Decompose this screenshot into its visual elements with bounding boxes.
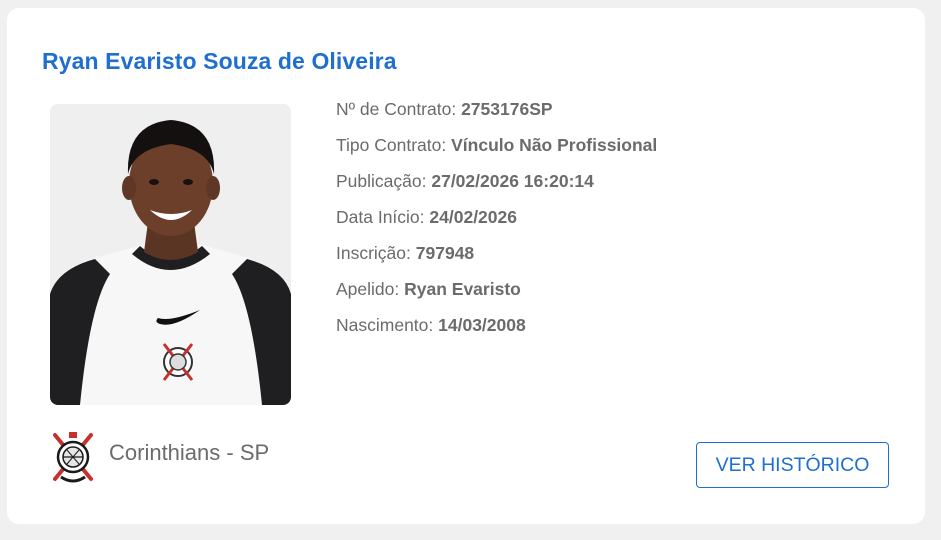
- detail-value: 2753176SP: [461, 99, 553, 119]
- contract-details: Nº de Contrato: 2753176SP Tipo Contrato:…: [336, 97, 657, 349]
- detail-contract-number: Nº de Contrato: 2753176SP: [336, 97, 657, 133]
- detail-label: Publicação:: [336, 171, 427, 191]
- detail-value: Ryan Evaristo: [404, 279, 521, 299]
- detail-birth-date: Nascimento: 14/03/2008: [336, 313, 657, 349]
- club-info: Corinthians - SP: [47, 428, 269, 488]
- detail-label: Apelido:: [336, 279, 400, 299]
- detail-contract-type: Tipo Contrato: Vínculo Não Profissional: [336, 133, 657, 169]
- corinthians-crest-icon: [53, 432, 93, 483]
- view-history-button[interactable]: VER HISTÓRICO: [696, 442, 889, 488]
- player-name: Ryan Evaristo Souza de Oliveira: [42, 48, 397, 74]
- detail-value: Vínculo Não Profissional: [451, 135, 658, 155]
- detail-label: Tipo Contrato:: [336, 135, 447, 155]
- player-card: Ryan Evaristo Souza de Oliveira Nº de Co…: [7, 8, 925, 524]
- detail-label: Data Início:: [336, 207, 425, 227]
- detail-label: Inscrição:: [336, 243, 411, 263]
- detail-publication: Publicação: 27/02/2026 16:20:14: [336, 169, 657, 205]
- detail-label: Nº de Contrato:: [336, 99, 457, 119]
- player-photo: [50, 104, 291, 405]
- detail-label: Nascimento:: [336, 315, 434, 335]
- detail-value: 24/02/2026: [429, 207, 517, 227]
- detail-value: 14/03/2008: [438, 315, 526, 335]
- detail-start-date: Data Início: 24/02/2026: [336, 205, 657, 241]
- detail-value: 27/02/2026 16:20:14: [431, 171, 594, 191]
- detail-value: 797948: [415, 243, 475, 263]
- detail-nickname: Apelido: Ryan Evaristo: [336, 277, 657, 313]
- detail-registration: Inscrição: 797948: [336, 241, 657, 277]
- club-name: Corinthians - SP: [109, 440, 270, 465]
